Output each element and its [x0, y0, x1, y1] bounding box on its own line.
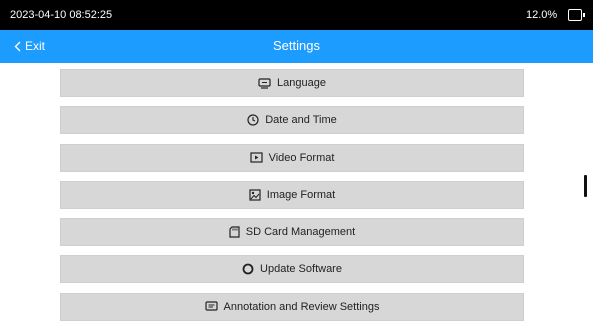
settings-menu: Language Date and Time Video Format Imag… — [60, 69, 524, 330]
menu-item-label: SD Card Management — [245, 226, 356, 239]
image-icon — [249, 189, 261, 201]
battery-percent: 12.0% — [526, 9, 558, 21]
menu-item-date-time[interactable]: Date and Time — [60, 106, 524, 135]
language-icon — [258, 77, 271, 89]
menu-item-label: Language — [277, 77, 326, 89]
annotation-icon — [204, 301, 218, 311]
menu-item-update-software[interactable]: Update Software — [60, 255, 524, 284]
status-datetime: 2023-04-10 08:52:25 — [10, 9, 113, 21]
sd-card-icon — [229, 226, 240, 238]
status-bar: 2023-04-10 08:52:25 12.0% — [0, 0, 593, 30]
menu-item-image-format[interactable]: Image Format — [60, 180, 524, 209]
menu-item-label: Update Software — [260, 263, 342, 276]
video-icon — [249, 152, 263, 163]
battery-icon — [568, 9, 585, 21]
menu-item-sd-card[interactable]: SD Card Management — [60, 218, 524, 247]
menu-item-label: Annotation and Review Settings — [223, 300, 380, 313]
page-title: Settings — [273, 38, 320, 53]
update-icon — [242, 264, 254, 275]
menu-item-annotation-review[interactable]: Annotation and Review Settings — [60, 292, 524, 321]
menu-item-language[interactable]: Language — [60, 69, 524, 97]
menu-item-video-format[interactable]: Video Format — [60, 143, 524, 172]
menu-item-label: Image Format — [266, 188, 336, 201]
menu-item-label: Date and Time — [265, 114, 337, 127]
menu-item-label: Video Format — [268, 151, 335, 164]
scroll-indicator[interactable] — [584, 175, 587, 197]
clock-icon — [247, 114, 259, 126]
title-bar: Exit Settings — [0, 30, 593, 63]
